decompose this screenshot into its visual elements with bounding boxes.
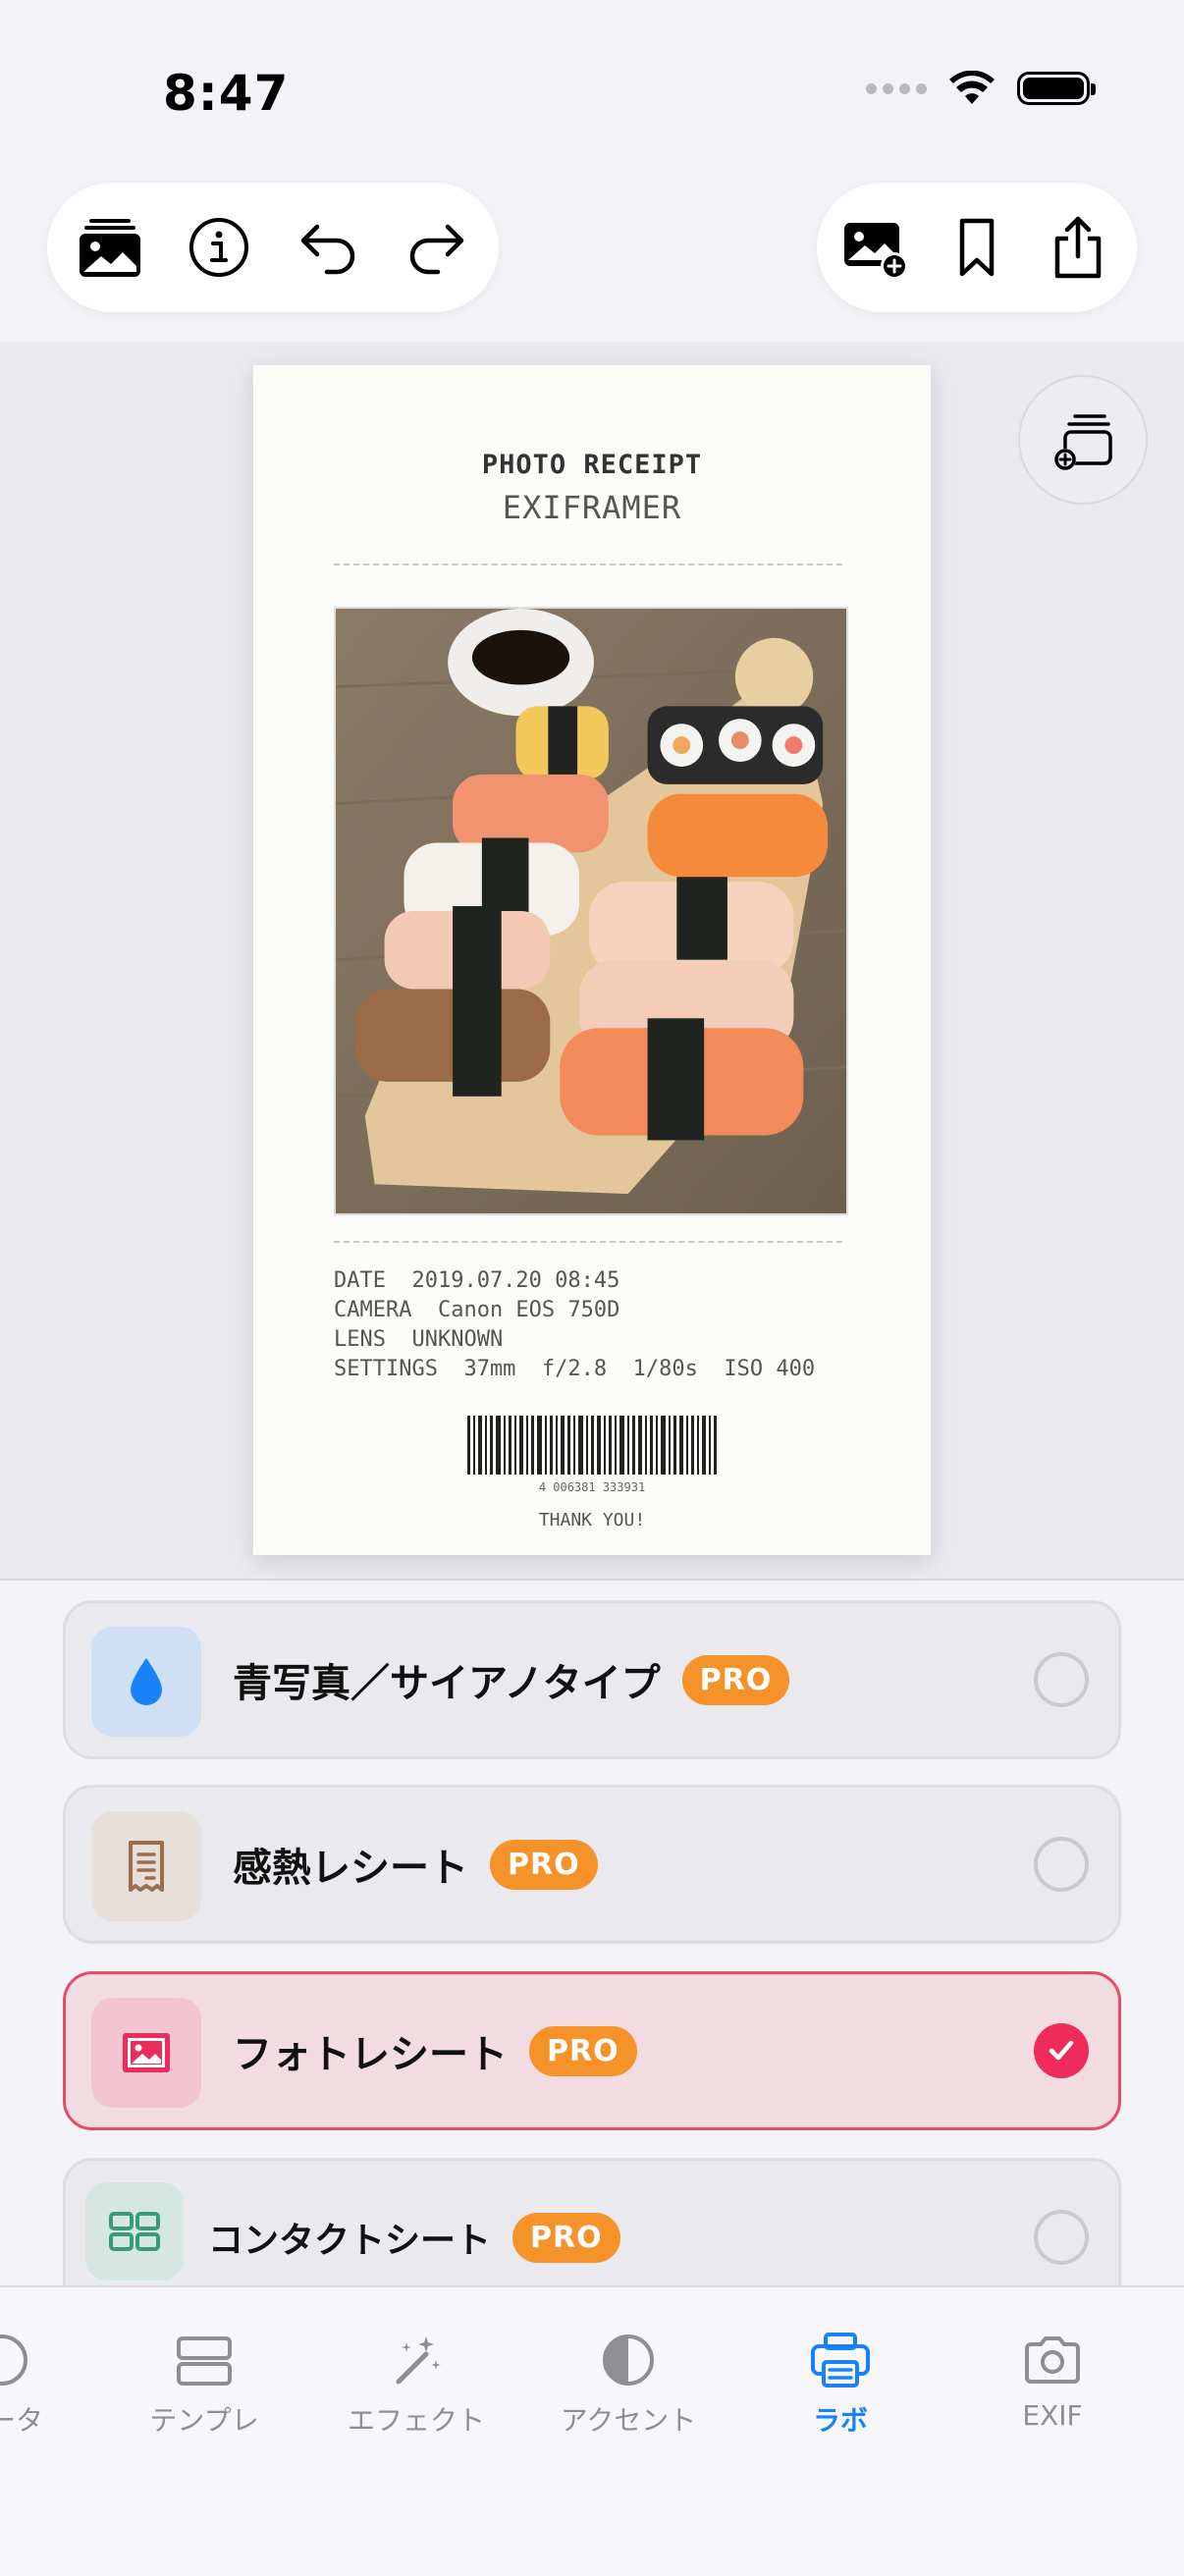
- photo-receipt-preview: PHOTO RECEIPT EXIFRAMER DATE 2019.07.20 …: [253, 365, 931, 1555]
- photo-library-button[interactable]: [66, 203, 154, 292]
- bottom-tab-bar: データ テンプレ エフェクト アクセント ラボ: [0, 2285, 1184, 2576]
- option-icon-container: [91, 1998, 201, 2108]
- option-contact-sheet[interactable]: コンタクトシート PRO: [63, 2158, 1121, 2287]
- tab-label: テンプレ: [149, 2404, 259, 2437]
- lab-style-list: 青写真／サイアノタイプ PRO 感熱レシート PRO フォトレシート PRO コ…: [0, 1581, 1184, 2287]
- bookmark-icon: [959, 218, 995, 277]
- add-layer-button[interactable]: [1018, 375, 1148, 505]
- share-icon: [1055, 216, 1102, 279]
- status-icons: [866, 71, 1096, 106]
- tab-label: EXIF: [1022, 2399, 1083, 2432]
- contrast-icon: [603, 2334, 654, 2386]
- tab-label: アクセント: [560, 2404, 697, 2437]
- template-icon: [177, 2336, 232, 2386]
- tab-label: ラボ: [812, 2404, 868, 2437]
- toolbar-right: [817, 183, 1137, 312]
- stack-add-icon: [1054, 414, 1112, 470]
- option-label: 青写真／サイアノタイプ: [233, 1661, 661, 1706]
- data-icon: [0, 2334, 27, 2386]
- undo-button[interactable]: [284, 203, 372, 292]
- receipt-title: PHOTO RECEIPT: [481, 450, 703, 480]
- tab-exif[interactable]: EXIF: [964, 2329, 1141, 2432]
- option-icon-container: [91, 1627, 201, 1737]
- water-drop-icon: [131, 1658, 162, 1705]
- status-time: 8:47: [163, 65, 290, 122]
- info-icon: [188, 218, 248, 277]
- receipt-icon: [129, 1841, 164, 1892]
- option-cyanotype[interactable]: 青写真／サイアノタイプ PRO: [63, 1600, 1121, 1759]
- receipt-thanks: THANK YOU!: [538, 1510, 646, 1530]
- redo-icon: [409, 224, 463, 275]
- tab-accent[interactable]: アクセント: [540, 2329, 717, 2439]
- receipt-exif-info: DATE 2019.07.20 08:45 CAMERA Canon EOS 75…: [334, 1266, 815, 1384]
- sushi-photo-image: [336, 609, 846, 1213]
- tab-label: データ: [0, 2404, 43, 2437]
- cellular-signal-icon: [866, 82, 927, 94]
- camera-icon: [1025, 2336, 1080, 2384]
- receipt-camera-line: CAMERA Canon EOS 750D: [334, 1298, 620, 1322]
- option-radio[interactable]: [1034, 1837, 1089, 1892]
- info-button[interactable]: [175, 203, 263, 292]
- receipt-settings-line: SETTINGS 37mm f/2.8 1/80s ISO 400: [334, 1357, 816, 1381]
- photo-frame-icon: [123, 2033, 170, 2072]
- bookmark-button[interactable]: [933, 203, 1021, 292]
- add-photo-icon: [843, 223, 908, 280]
- wifi-icon: [949, 71, 995, 104]
- tab-label: エフェクト: [347, 2404, 485, 2437]
- printer-icon: [811, 2333, 870, 2388]
- receipt-lens-line: LENS UNKNOWN: [334, 1327, 504, 1352]
- tab-data[interactable]: データ: [0, 2329, 90, 2439]
- magic-wand-icon: [396, 2336, 441, 2385]
- toolbar-left: [47, 183, 499, 312]
- tab-lab[interactable]: ラボ: [752, 2329, 929, 2439]
- option-radio[interactable]: [1034, 1652, 1089, 1707]
- receipt-divider: [334, 564, 842, 565]
- option-icon-container: [85, 2182, 184, 2281]
- add-photo-button[interactable]: [832, 203, 920, 292]
- photo-library-icon: [79, 219, 140, 277]
- receipt-photo: [334, 607, 848, 1215]
- option-thermal-receipt[interactable]: 感熱レシート PRO: [63, 1785, 1121, 1944]
- tab-effect[interactable]: エフェクト: [328, 2329, 505, 2439]
- barcode-image: [467, 1416, 717, 1475]
- receipt-divider: [334, 1241, 842, 1243]
- option-label: フォトレシート: [233, 2032, 508, 2077]
- pro-badge: PRO: [512, 2212, 620, 2263]
- option-label: コンタクトシート: [208, 2221, 492, 2261]
- grid-icon: [109, 2212, 160, 2251]
- barcode-number: 4 006381 333931: [538, 1480, 646, 1494]
- pro-badge: PRO: [490, 1839, 598, 1890]
- option-photo-receipt[interactable]: フォトレシート PRO: [63, 1971, 1121, 2130]
- receipt-date-line: DATE 2019.07.20 08:45: [334, 1268, 620, 1293]
- receipt-brand: EXIFRAMER: [502, 489, 682, 526]
- pro-badge: PRO: [529, 2025, 637, 2076]
- option-label: 感熱レシート: [233, 1846, 468, 1891]
- option-icon-container: [91, 1811, 201, 1921]
- undo-icon: [300, 224, 354, 275]
- option-radio-checked[interactable]: [1034, 2023, 1089, 2078]
- option-radio[interactable]: [1034, 2210, 1089, 2265]
- tab-template[interactable]: テンプレ: [116, 2329, 293, 2439]
- battery-icon: [1017, 72, 1096, 105]
- checkmark-icon: [1049, 2040, 1074, 2061]
- share-button[interactable]: [1034, 203, 1122, 292]
- redo-button[interactable]: [393, 203, 481, 292]
- pro-badge: PRO: [681, 1654, 790, 1705]
